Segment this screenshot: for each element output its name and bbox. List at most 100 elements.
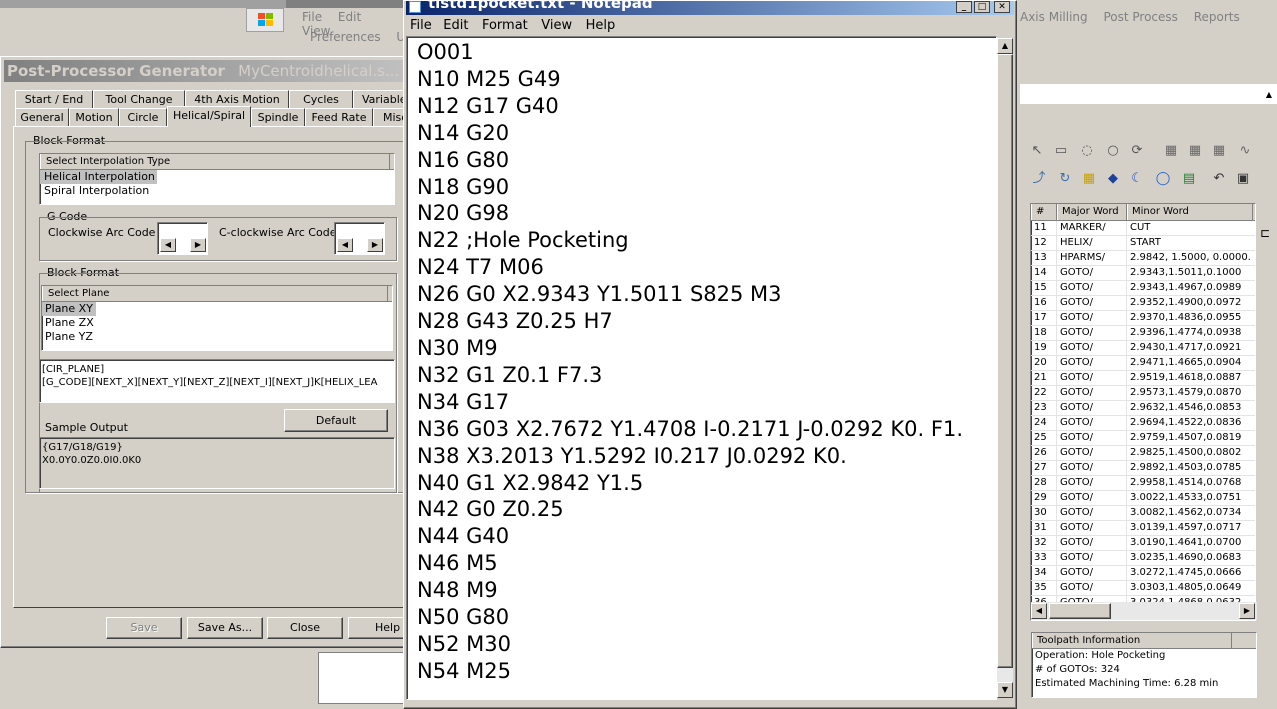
table-row[interactable]: 11 MARKER/CUT [1031, 221, 1255, 236]
ccw-arc-field[interactable]: ◀ ▶ [334, 222, 385, 255]
windows-logo-button[interactable] [246, 8, 284, 32]
notepad-menu-edit[interactable]: Edit [438, 17, 473, 35]
chain-select-icon[interactable]: ⟳ [1128, 142, 1146, 160]
tab-variable[interactable]: Variable [353, 90, 407, 108]
lasso-select-icon[interactable]: ◌ [1078, 142, 1096, 160]
tab-feed-rate[interactable]: Feed Rate [305, 108, 373, 126]
notepad-menu-view[interactable]: View [536, 17, 577, 35]
interp-item-helical[interactable]: Helical Interpolation [40, 170, 157, 184]
grid-select-icon[interactable]: ▦ [1162, 142, 1180, 160]
table-row[interactable]: 33 GOTO/3.0235,1.4690,0.0683 [1031, 551, 1255, 566]
bg-menu-file[interactable]: File [296, 10, 328, 24]
grid-select-2-icon[interactable]: ▦ [1186, 142, 1204, 160]
wave-icon[interactable]: ∿ [1236, 142, 1254, 160]
save-as-button[interactable]: Save As... [187, 617, 263, 639]
ccw-arc-scroll-right[interactable]: ▶ [367, 238, 383, 252]
grid-scroll-right-arrow[interactable]: ▶ [1239, 603, 1255, 619]
block-format-text[interactable]: [CIR_PLANE] [G_CODE][NEXT_X][NEXT_Y][NEX… [39, 359, 395, 403]
grid-scroll-thumb[interactable] [1049, 603, 1111, 619]
notepad-maximize-button[interactable]: □ [974, 1, 990, 13]
help-button[interactable]: Help [348, 617, 407, 639]
clockwise-arc-field[interactable]: ◀ ▶ [157, 222, 208, 255]
table-row[interactable]: 13 HPARMS/2.9842, 1.5000, 0.0000... [1031, 251, 1255, 266]
save-disk-icon[interactable]: ▣ [1234, 170, 1252, 188]
tool-2-icon[interactable]: ↻ [1056, 170, 1074, 188]
tab-helical-spiral[interactable]: Helical/Spiral [167, 106, 251, 127]
cw-arc-scroll-left[interactable]: ◀ [160, 238, 176, 252]
notepad-text-area[interactable]: O001 N10 M25 G49 N12 G17 G40 N14 G20 N16 G80… [406, 36, 997, 700]
table-row[interactable]: 26 GOTO/2.9825,1.4500,0.0802 [1031, 446, 1255, 461]
notepad-menu-help[interactable]: Help [581, 17, 621, 35]
notepad-vscrollbar[interactable]: ▲ ▼ [997, 38, 1013, 698]
tab-general[interactable]: General [15, 108, 69, 126]
close-button[interactable]: Close [267, 617, 343, 639]
grid-header-number[interactable]: # [1031, 204, 1057, 220]
grid-header-minor[interactable]: Minor Word [1127, 204, 1253, 220]
grid-hscrollbar[interactable]: ◀ ▶ [1031, 602, 1257, 620]
default-button[interactable]: Default [284, 409, 388, 432]
circle-blue-icon[interactable]: ◯ [1154, 170, 1172, 188]
right-scroll-up[interactable]: ▲ [1262, 90, 1276, 102]
table-row[interactable]: 30 GOTO/3.0082,1.4562,0.0734 [1031, 506, 1255, 521]
circle-select-icon[interactable]: ○ [1104, 142, 1122, 160]
table-row[interactable]: 21 GOTO/2.9519,1.4618,0.0887 [1031, 371, 1255, 386]
menu-axis-milling[interactable]: Axis Milling [1014, 10, 1094, 24]
table-row[interactable]: 22 GOTO/2.9573,1.4579,0.0870 [1031, 386, 1255, 401]
grid-points-icon[interactable]: ▦ [1080, 170, 1098, 188]
table-row[interactable]: 16 GOTO/2.9352,1.4900,0.0972 [1031, 296, 1255, 311]
table-row[interactable]: 31 GOTO/3.0139,1.4597,0.0717 [1031, 521, 1255, 536]
table-row[interactable]: 18 GOTO/2.9396,1.4774,0.0938 [1031, 326, 1255, 341]
table-row[interactable]: 14 GOTO/2.9343,1.5011,0.1000 [1031, 266, 1255, 281]
tab-spindle[interactable]: Spindle [251, 108, 305, 126]
select-arrow-icon[interactable]: ↖ [1028, 142, 1046, 160]
grid-header-major[interactable]: Major Word [1057, 204, 1127, 220]
table-row[interactable]: 28 GOTO/2.9958,1.4514,0.0768 [1031, 476, 1255, 491]
menu-reports[interactable]: Reports [1188, 10, 1246, 24]
table-row[interactable]: 23 GOTO/2.9632,1.4546,0.0853 [1031, 401, 1255, 416]
notepad-scroll-up-arrow[interactable]: ▲ [997, 38, 1013, 54]
table-row[interactable]: 29 GOTO/3.0022,1.4533,0.0751 [1031, 491, 1255, 506]
table-row[interactable]: 17 GOTO/2.9370,1.4836,0.0955 [1031, 311, 1255, 326]
tab-misc[interactable]: Misc [373, 108, 407, 126]
table-row[interactable]: 24 GOTO/2.9694,1.4522,0.0836 [1031, 416, 1255, 431]
interpolation-type-list[interactable]: Select Interpolation Type Helical Interp… [39, 153, 395, 205]
table-row[interactable]: 20 GOTO/2.9471,1.4665,0.0904 [1031, 356, 1255, 371]
stack-icon[interactable]: ▤ [1180, 170, 1198, 188]
notepad-scroll-down-arrow[interactable]: ▼ [997, 682, 1013, 698]
tab-cycles[interactable]: Cycles [289, 90, 353, 108]
tool-1-icon[interactable]: ⤴ [1030, 170, 1048, 188]
tab-motion[interactable]: Motion [69, 108, 119, 126]
table-row[interactable]: 15 GOTO/2.9343,1.4967,0.0989 [1031, 281, 1255, 296]
save-button[interactable]: Save [106, 617, 182, 639]
table-row[interactable]: 27 GOTO/2.9892,1.4503,0.0785 [1031, 461, 1255, 476]
layers-icon[interactable]: ◆ [1104, 170, 1122, 188]
plane-item-zx[interactable]: Plane ZX [42, 316, 392, 330]
cw-arc-scroll-right[interactable]: ▶ [190, 238, 206, 252]
table-row[interactable]: 35 GOTO/3.0303,1.4805,0.0649 [1031, 581, 1255, 596]
notepad-menu-format[interactable]: Format [477, 17, 533, 35]
table-row[interactable]: 25 GOTO/2.9759,1.4507,0.0819 [1031, 431, 1255, 446]
ccw-arc-scroll-left[interactable]: ◀ [337, 238, 353, 252]
plane-item-xy[interactable]: Plane XY [42, 302, 96, 316]
rectangle-select-icon[interactable]: ▭ [1052, 142, 1070, 160]
bg-menu-preferences[interactable]: Preferences [304, 30, 387, 44]
tab-circle[interactable]: Circle [119, 108, 167, 126]
tab-start-end[interactable]: Start / End [15, 90, 93, 108]
table-row[interactable]: 19 GOTO/2.9430,1.4717,0.0921 [1031, 341, 1255, 356]
notepad-menu-file[interactable]: File [406, 17, 435, 35]
table-row[interactable]: 32 GOTO/3.0190,1.4641,0.0700 [1031, 536, 1255, 551]
table-row[interactable]: 34 GOTO/3.0272,1.4745,0.0666 [1031, 566, 1255, 581]
plane-list[interactable]: Select Plane Plane XY Plane ZX Plane YZ [41, 285, 393, 351]
table-row[interactable]: 12 HELIX/START [1031, 236, 1255, 251]
notepad-close-button[interactable]: ✕ [994, 1, 1010, 13]
grid-select-3-icon[interactable]: ▦ [1210, 142, 1228, 160]
grid-scroll-left-arrow[interactable]: ◀ [1031, 603, 1047, 619]
arc-icon[interactable]: ☾ [1128, 170, 1146, 188]
plane-item-yz[interactable]: Plane YZ [42, 330, 392, 344]
notepad-minimize-button[interactable]: _ [956, 1, 972, 13]
right-scroll-handle[interactable]: ⊏ [1260, 226, 1274, 244]
menu-post-process[interactable]: Post Process [1097, 10, 1183, 24]
interp-item-spiral[interactable]: Spiral Interpolation [40, 184, 394, 198]
undo-icon[interactable]: ↶ [1210, 170, 1228, 188]
bg-menu-edit[interactable]: Edit [332, 10, 367, 24]
